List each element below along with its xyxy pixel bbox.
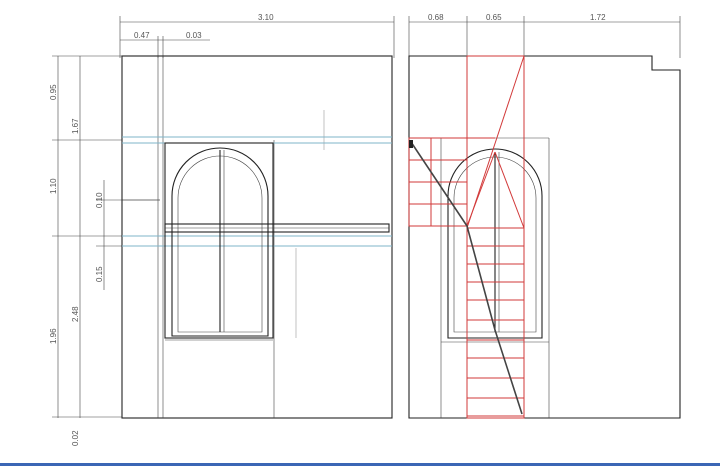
dim-top-right-c: 1.72 [590, 13, 606, 22]
dim-left-e: 0.15 [95, 266, 104, 282]
drawing-svg: 3.10 0.47 0.03 0.68 0.65 1.72 0.95 1.67 … [49, 13, 681, 446]
dim-top-a: 0.47 [134, 31, 150, 40]
dim-left-b: 1.67 [71, 118, 80, 134]
left-dimensions: 0.95 1.67 1.10 0.10 0.15 2.48 1.96 0.02 [49, 55, 160, 446]
right-elevation [408, 55, 681, 419]
dim-top-right-b: 0.65 [486, 13, 502, 22]
left-wall-outline [121, 55, 393, 419]
bottom-divider-bar [0, 463, 720, 466]
right-wall-outline [408, 55, 681, 419]
dim-left-d: 0.10 [95, 192, 104, 208]
left-elevation [121, 55, 393, 419]
dim-left-a: 0.95 [49, 84, 58, 100]
dim-left-c: 1.10 [49, 178, 58, 194]
dim-left-g: 1.96 [49, 328, 58, 344]
dim-top-b: 0.03 [186, 31, 202, 40]
elevation-drawing: 3.10 0.47 0.03 0.68 0.65 1.72 0.95 1.67 … [0, 0, 720, 468]
dim-top-right-a: 0.68 [428, 13, 444, 22]
top-dimensions: 3.10 0.47 0.03 0.68 0.65 1.72 [119, 13, 681, 58]
stair-red [408, 55, 525, 419]
dim-left-h: 0.02 [71, 430, 80, 446]
dim-left-f: 2.48 [71, 306, 80, 322]
left-door-frame [164, 142, 274, 339]
dim-top-total: 3.10 [258, 13, 274, 22]
rail-anchor [409, 140, 413, 148]
